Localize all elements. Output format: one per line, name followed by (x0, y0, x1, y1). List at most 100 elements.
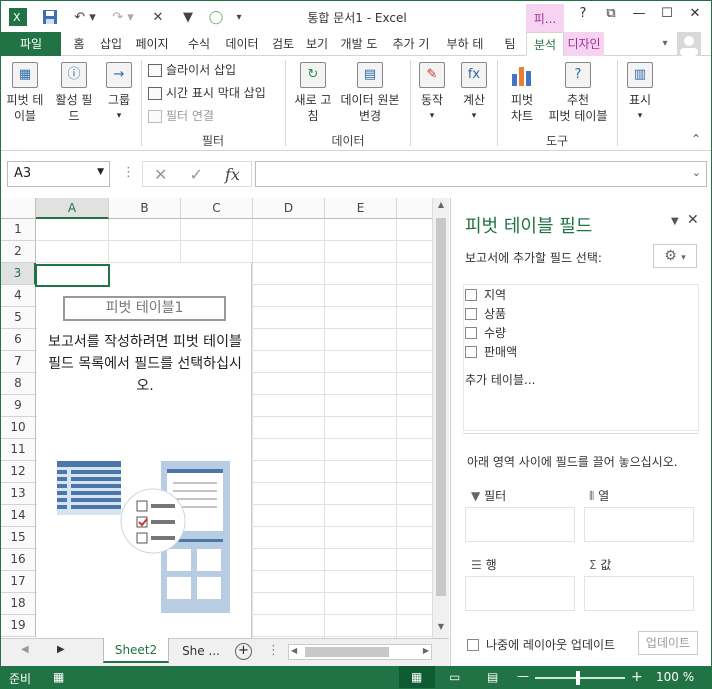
pane-options-icon[interactable]: ▼ (671, 216, 679, 227)
user-avatar[interactable] (677, 32, 701, 56)
tab-insert[interactable]: 삽입 (95, 32, 127, 56)
enter-icon[interactable]: ✓ (190, 165, 203, 184)
pivot-table-placeholder[interactable]: 피벗 테이블1 보고서를 작성하려면 피벗 테이블 필드 목록에서 필드를 선택… (37, 263, 252, 638)
tab-view[interactable]: 보기 (301, 32, 333, 56)
filter-drop-area[interactable] (465, 507, 575, 542)
page-break-view-icon[interactable]: ▤ (487, 670, 498, 684)
tab-load-test[interactable]: 부하 테 (442, 32, 488, 56)
tab-design[interactable]: 디자인 (564, 32, 604, 56)
tab-data[interactable]: 데이터 (221, 32, 263, 56)
zoom-out-button[interactable]: — (517, 669, 529, 683)
row-header[interactable]: 7 (1, 351, 36, 373)
rows-drop-area[interactable] (465, 576, 575, 611)
expand-formula-icon[interactable]: ⌄ (692, 166, 701, 179)
insert-timeline-button[interactable]: 시간 표시 막대 삽입 (148, 83, 266, 103)
row-header[interactable]: 3 (1, 263, 36, 285)
row-header[interactable]: 11 (1, 439, 36, 461)
vertical-scroll-thumb[interactable] (436, 218, 446, 596)
scroll-down-icon[interactable]: ▼ (435, 622, 447, 636)
ribbon-options-icon[interactable]: ▾ (657, 32, 673, 56)
minimize-button[interactable]: — (625, 6, 653, 26)
column-header-f[interactable] (397, 198, 433, 219)
row-header[interactable]: 8 (1, 373, 36, 395)
more-tables-link[interactable]: 추가 테이블... (465, 371, 535, 388)
show-button[interactable]: ▥ 표시 ▾ (623, 62, 657, 124)
tab-file[interactable]: 파일 (1, 32, 61, 56)
ribbon-display-icon[interactable]: ⧉ (597, 6, 625, 26)
field-checkbox[interactable] (465, 289, 477, 301)
scroll-up-icon[interactable]: ▲ (435, 200, 447, 214)
insert-function-icon[interactable]: fx (225, 165, 240, 184)
field-checkbox[interactable] (465, 346, 477, 358)
zoom-level[interactable]: 100 % (656, 670, 694, 684)
tab-formulas[interactable]: 수식 (183, 32, 215, 56)
actions-button[interactable]: ✎ 동작 ▾ (415, 62, 449, 124)
row-header[interactable]: 13 (1, 483, 36, 505)
normal-view-button[interactable]: ▦ (399, 666, 435, 688)
field-checkbox[interactable] (465, 327, 477, 339)
recommended-pivot-button[interactable]: ? 추천 피벗 테이블 (544, 62, 612, 124)
calculations-button[interactable]: fx 계산 ▾ (457, 62, 491, 124)
row-header[interactable]: 14 (1, 505, 36, 527)
vertical-scrollbar[interactable]: ▲ ▼ (432, 198, 449, 638)
values-drop-area[interactable] (584, 576, 694, 611)
zoom-slider-track[interactable] (535, 677, 625, 679)
zoom-slider-thumb[interactable] (576, 671, 580, 685)
defer-update-checkbox[interactable]: 나중에 레이아웃 업데이트 (467, 636, 615, 653)
zoom-in-button[interactable]: + (631, 669, 643, 685)
selected-cell-a3[interactable] (35, 264, 110, 287)
macro-record-icon[interactable]: ▦ (53, 670, 64, 684)
horizontal-scrollbar[interactable]: ◀ ▶ (288, 644, 432, 660)
add-sheet-button[interactable]: + (235, 643, 252, 660)
active-field-button[interactable]: ⓘ 활성 필 드 (51, 62, 97, 124)
row-header[interactable]: 16 (1, 549, 36, 571)
close-button[interactable]: ✕ (681, 6, 709, 26)
formula-input[interactable]: ⌄ (255, 161, 707, 187)
pivot-table-button[interactable]: ▦ 피벗 테 이블 (5, 62, 45, 124)
scroll-right-icon[interactable]: ▶ (423, 646, 429, 655)
pane-settings-icon[interactable]: ⚙ ▾ (653, 244, 697, 268)
column-header-d[interactable]: D (253, 198, 325, 219)
tab-analyze[interactable]: 분석 (526, 32, 564, 56)
defer-update-check[interactable] (467, 639, 479, 651)
pivot-chart-button[interactable]: 피벗 차트 (501, 62, 543, 124)
name-box-dropdown-icon[interactable]: ▼ (97, 167, 104, 177)
field-checkbox[interactable] (465, 308, 477, 320)
row-header[interactable]: 5 (1, 307, 36, 329)
row-header[interactable]: 9 (1, 395, 36, 417)
cancel-icon[interactable]: ✕ (154, 165, 167, 184)
tab-page-layout[interactable]: 페이지 (131, 32, 173, 56)
columns-drop-area[interactable] (584, 507, 694, 542)
row-header[interactable]: 10 (1, 417, 36, 439)
column-header-e[interactable]: E (325, 198, 397, 219)
row-header[interactable]: 4 (1, 285, 36, 307)
scroll-tabs-left-icon[interactable]: ◀ (21, 644, 29, 655)
row-header[interactable]: 1 (1, 219, 36, 241)
row-header[interactable]: 15 (1, 527, 36, 549)
change-data-source-button[interactable]: ▤ 데이터 원본 변경 (337, 62, 403, 124)
row-header[interactable]: 6 (1, 329, 36, 351)
group-button[interactable]: → 그룹 ▾ (101, 62, 137, 124)
pane-close-icon[interactable]: ✕ (687, 212, 699, 228)
name-box[interactable]: A3 ▼ (7, 161, 110, 187)
column-header-c[interactable]: C (181, 198, 253, 219)
tab-home[interactable]: 홈 (67, 32, 91, 56)
select-all-corner[interactable] (1, 198, 36, 219)
horizontal-scroll-thumb[interactable] (305, 647, 389, 657)
refresh-button[interactable]: ↻ 새로 고 침 (291, 62, 335, 124)
tab-developer[interactable]: 개발 도 (336, 32, 382, 56)
maximize-button[interactable]: ☐ (653, 6, 681, 26)
insert-slicer-button[interactable]: 슬라이서 삽입 (148, 60, 236, 80)
row-header[interactable]: 17 (1, 571, 36, 593)
row-header[interactable]: 18 (1, 593, 36, 615)
tab-review[interactable]: 검토 (267, 32, 299, 56)
collapse-ribbon-icon[interactable]: ⌃ (691, 132, 701, 146)
column-header-a[interactable]: A (36, 198, 109, 219)
page-layout-view-icon[interactable]: ▭ (449, 670, 460, 684)
field-item-product[interactable]: 상품 (465, 305, 506, 322)
tab-team[interactable]: 팀 (499, 32, 521, 56)
field-item-region[interactable]: 지역 (465, 286, 506, 303)
scroll-tabs-right-icon[interactable]: ▶ (57, 644, 65, 655)
update-button[interactable]: 업데이트 (638, 631, 698, 655)
tab-addins[interactable]: 추가 기 (388, 32, 434, 56)
